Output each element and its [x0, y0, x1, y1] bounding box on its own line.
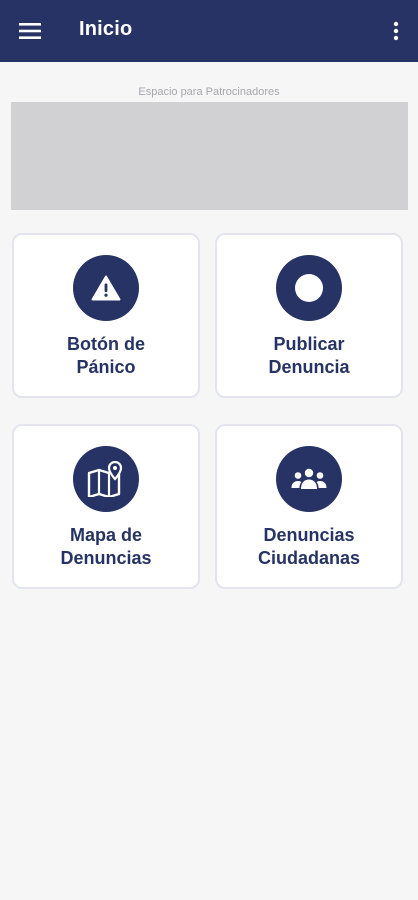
map-pin-icon	[87, 461, 123, 497]
panic-icon-circle	[73, 255, 139, 321]
citizen-reports-label: Denuncias Ciudadanas	[257, 525, 361, 568]
sponsor-label: Espacio para Patrocinadores	[138, 86, 280, 98]
page-title: Inicio	[79, 18, 133, 40]
citizen-icon-circle	[276, 446, 342, 512]
menu-button[interactable]	[12, 13, 48, 49]
reports-map-label: Mapa de Denuncias	[60, 525, 152, 568]
publish-report-label: Publicar Denuncia	[268, 334, 350, 377]
app-bar: Inicio	[0, 0, 418, 62]
sponsor-banner[interactable]	[11, 102, 408, 210]
map-icon-circle	[73, 446, 139, 512]
record-circle-icon	[295, 274, 323, 302]
panic-button-label: Botón de Pánico	[67, 334, 145, 377]
more-vertical-icon	[393, 21, 399, 41]
publish-report-card[interactable]: Publicar Denuncia	[215, 233, 403, 398]
citizen-reports-card[interactable]: Denuncias Ciudadanas	[215, 424, 403, 589]
more-options-button[interactable]	[380, 13, 412, 49]
warning-icon	[91, 275, 121, 301]
reports-map-card[interactable]: Mapa de Denuncias	[12, 424, 200, 589]
group-people-icon	[291, 468, 327, 489]
publish-icon-circle	[276, 255, 342, 321]
panic-button-card[interactable]: Botón de Pánico	[12, 233, 200, 398]
hamburger-menu-icon	[19, 23, 41, 39]
